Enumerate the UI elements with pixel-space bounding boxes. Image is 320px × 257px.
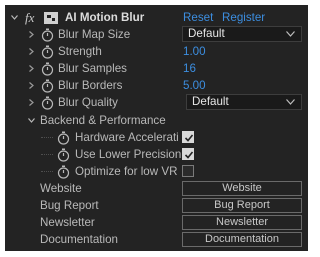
checkmark-icon — [184, 134, 194, 142]
link-label: Bug Report — [40, 199, 99, 212]
reset-link[interactable]: Reset — [183, 9, 213, 26]
chevron-down-icon[interactable] — [28, 117, 35, 124]
checkmark-icon — [184, 151, 194, 159]
link-label: Newsletter — [40, 216, 95, 229]
group-label: Backend & Performance — [40, 114, 166, 127]
documentation-button[interactable]: Documentation — [182, 232, 302, 247]
hardware-acceleration-checkbox[interactable] — [182, 131, 194, 143]
tree-line — [41, 171, 53, 173]
link-row-documentation: Documentation Documentation — [5, 231, 308, 248]
tree-line — [41, 137, 53, 139]
option-label: Optimize for low VR — [75, 165, 178, 178]
register-link[interactable]: Register — [222, 9, 265, 26]
stopwatch-icon[interactable] — [41, 28, 54, 42]
param-label: Blur Borders — [58, 79, 123, 92]
param-label: Blur Map Size — [58, 28, 131, 41]
dropdown-value: Default — [192, 95, 229, 108]
bug-report-button[interactable]: Bug Report — [182, 198, 302, 213]
param-label: Strength — [58, 45, 102, 58]
option-row-hardware-acceleration: Hardware Accelerati — [5, 129, 308, 146]
optimize-low-vram-checkbox[interactable] — [182, 165, 194, 177]
option-row-optimize-low-vram: Optimize for low VR — [5, 163, 308, 180]
blur-quality-dropdown[interactable]: Default — [186, 94, 302, 110]
chevron-down-icon — [286, 31, 295, 37]
dropdown-value: Default — [188, 27, 225, 40]
stopwatch-icon[interactable] — [57, 131, 70, 145]
use-lower-precision-checkbox[interactable] — [182, 148, 194, 160]
tree-line — [41, 154, 53, 156]
chevron-down-icon — [286, 99, 295, 105]
strength-value[interactable]: 1.00 — [183, 43, 206, 60]
fx-toggle[interactable]: fx — [25, 9, 34, 26]
link-label: Website — [40, 182, 82, 195]
website-button[interactable]: Website — [182, 181, 302, 196]
param-row-blur-samples: Blur Samples 16 — [5, 60, 308, 77]
link-row-website: Website Website — [5, 180, 308, 197]
link-label: Documentation — [40, 233, 118, 246]
param-row-strength: Strength 1.00 — [5, 43, 308, 60]
param-label: Blur Quality — [58, 96, 118, 109]
link-row-newsletter: Newsletter Newsletter — [5, 214, 308, 231]
effect-controls-panel: fx AI Motion Blur Reset Register Blur Ma… — [5, 5, 308, 251]
stopwatch-icon[interactable] — [41, 79, 54, 93]
effect-header: fx AI Motion Blur Reset Register — [5, 9, 308, 26]
chevron-right-icon[interactable] — [28, 31, 35, 38]
stopwatch-icon[interactable] — [57, 165, 70, 179]
param-label: Blur Samples — [58, 62, 127, 75]
effect-preset-icon[interactable] — [44, 12, 58, 24]
effect-name: AI Motion Blur — [65, 11, 145, 24]
newsletter-button[interactable]: Newsletter — [182, 215, 302, 230]
param-row-blur-quality: Blur Quality Default — [5, 94, 308, 111]
blur-samples-value[interactable]: 16 — [183, 60, 196, 77]
option-label: Use Lower Precision — [75, 148, 182, 161]
chevron-down-icon[interactable] — [11, 14, 18, 21]
stopwatch-icon[interactable] — [41, 45, 54, 59]
blur-map-size-dropdown[interactable]: Default — [182, 26, 302, 42]
chevron-right-icon[interactable] — [28, 99, 35, 106]
option-row-use-lower-precision: Use Lower Precision — [5, 146, 308, 163]
param-row-blur-map-size: Blur Map Size Default — [5, 26, 308, 43]
blur-borders-value[interactable]: 5.00 — [183, 77, 206, 94]
chevron-right-icon[interactable] — [28, 82, 35, 89]
chevron-right-icon[interactable] — [28, 48, 35, 55]
param-row-blur-borders: Blur Borders 5.00 — [5, 77, 308, 94]
stopwatch-icon[interactable] — [41, 62, 54, 76]
group-backend-performance[interactable]: Backend & Performance — [5, 112, 308, 129]
link-row-bug-report: Bug Report Bug Report — [5, 197, 308, 214]
chevron-right-icon[interactable] — [28, 65, 35, 72]
stopwatch-icon[interactable] — [41, 96, 54, 110]
option-label: Hardware Accelerati — [75, 131, 179, 144]
stopwatch-icon[interactable] — [57, 148, 70, 162]
